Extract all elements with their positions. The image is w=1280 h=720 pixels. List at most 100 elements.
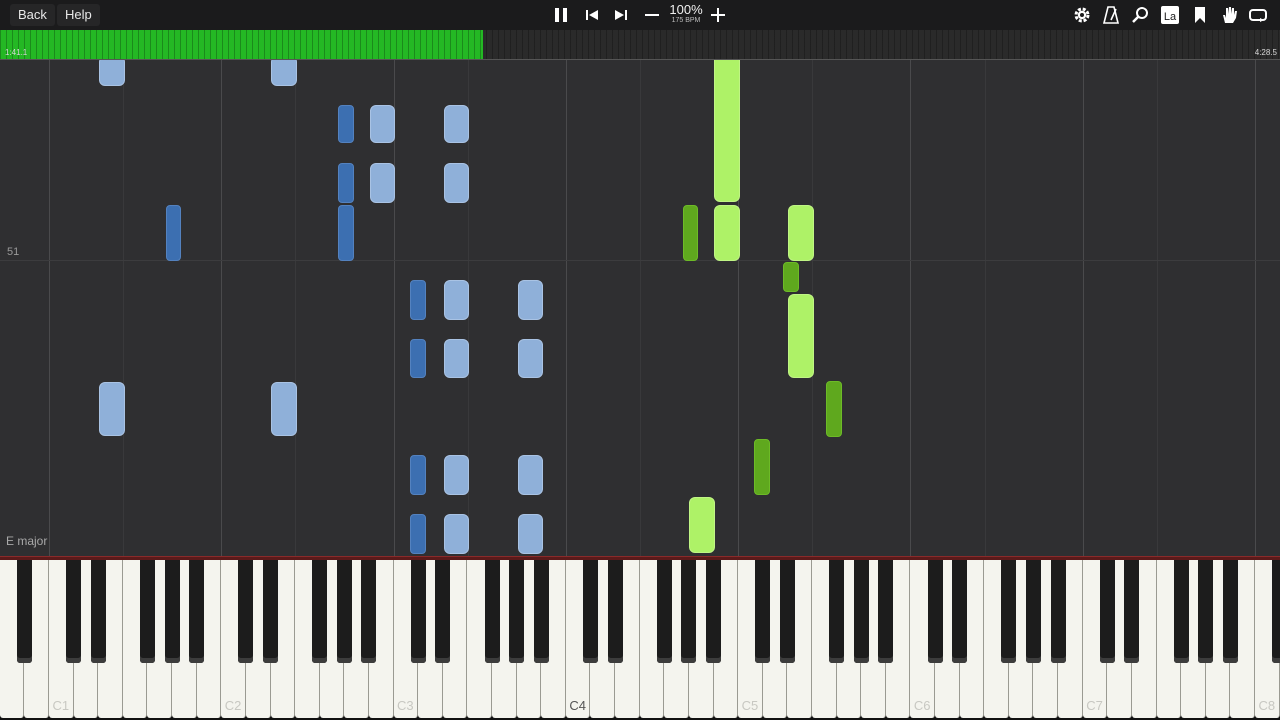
piano-black-key[interactable]	[1222, 560, 1238, 663]
note-right-hand	[518, 280, 543, 320]
piano-black-key[interactable]	[238, 560, 254, 663]
piano-black-key[interactable]	[533, 560, 549, 663]
piano-black-key[interactable]	[1025, 560, 1041, 663]
note-left-hand	[714, 205, 740, 261]
note-right-hand	[444, 163, 469, 203]
grid-line	[985, 60, 986, 556]
grid-line	[1083, 60, 1084, 556]
piano-black-key[interactable]	[582, 560, 598, 663]
piano-black-key[interactable]	[853, 560, 869, 663]
piano-black-key[interactable]	[656, 560, 672, 663]
previous-icon[interactable]	[582, 5, 602, 25]
piano-black-key[interactable]	[336, 560, 352, 663]
octave-label: C6	[913, 698, 931, 713]
total-time: 4:28.5	[1254, 48, 1277, 57]
note-right-hand	[271, 382, 297, 436]
note-right-hand	[410, 339, 426, 378]
note-left-hand	[689, 497, 715, 553]
grid-line	[221, 60, 222, 556]
piano-black-key[interactable]	[927, 560, 943, 663]
piano-black-key[interactable]	[755, 560, 771, 663]
note-right-hand	[410, 280, 426, 320]
piano-black-key[interactable]	[410, 560, 426, 663]
piano-roll: 51 E major	[0, 60, 1280, 556]
note-right-hand	[99, 382, 125, 436]
piano-black-key[interactable]	[16, 560, 32, 663]
back-button[interactable]: Back	[10, 4, 55, 26]
note-right-hand	[518, 339, 543, 378]
note-left-hand	[826, 381, 842, 437]
key-signature-label: E major	[6, 534, 48, 548]
note-right-hand	[518, 514, 543, 554]
grid-line	[910, 60, 911, 556]
piano-black-key[interactable]	[1173, 560, 1189, 663]
grid-line	[640, 60, 641, 556]
grid-line	[49, 60, 50, 556]
octave-label: C7	[1086, 698, 1103, 713]
piano-black-key[interactable]	[189, 560, 205, 663]
note-right-hand	[444, 280, 469, 320]
octave-label: C5	[741, 698, 759, 713]
minus-icon[interactable]	[642, 5, 662, 25]
grid-line	[295, 60, 296, 556]
piano-black-key[interactable]	[139, 560, 155, 663]
settings-icon[interactable]	[1072, 5, 1092, 25]
piano-black-key[interactable]	[66, 560, 82, 663]
bookmark-icon[interactable]	[1190, 5, 1210, 25]
piano-black-key[interactable]	[878, 560, 894, 663]
piano-black-key[interactable]	[484, 560, 500, 663]
loop-icon[interactable]	[1248, 5, 1268, 25]
grid-line	[123, 60, 124, 556]
pause-icon[interactable]	[551, 5, 571, 25]
note-left-hand	[683, 205, 698, 261]
piano-black-key[interactable]	[1198, 560, 1214, 663]
piano-black-key[interactable]	[164, 560, 180, 663]
piano-black-key[interactable]	[1272, 560, 1280, 663]
note-left-hand	[754, 439, 770, 495]
piano-black-key[interactable]	[1099, 560, 1115, 663]
piano-black-key[interactable]	[1124, 560, 1140, 663]
note-right-hand	[444, 514, 469, 554]
current-time: 1:41.1	[5, 48, 28, 57]
note-left-hand	[783, 262, 799, 292]
sheet-music-icon[interactable]: La	[1160, 5, 1180, 25]
note-right-hand	[338, 205, 354, 261]
octave-label: C2	[224, 698, 242, 713]
piano-black-key[interactable]	[1050, 560, 1066, 663]
plus-icon[interactable]	[708, 5, 728, 25]
note-right-hand	[370, 163, 395, 203]
piano-black-key[interactable]	[435, 560, 451, 663]
song-progress-bar[interactable]: 1:41.1 4:28.5	[0, 30, 1280, 60]
measure-line	[0, 260, 1280, 261]
note-right-hand	[370, 105, 395, 143]
piano-black-key[interactable]	[1001, 560, 1017, 663]
grid-line	[566, 60, 567, 556]
piano-black-key[interactable]	[779, 560, 795, 663]
piano-black-key[interactable]	[361, 560, 377, 663]
piano-black-key[interactable]	[263, 560, 278, 663]
piano-keyboard[interactable]: C1 C2 C3 C4 C5 C6 C7 C8	[0, 560, 1280, 720]
note-right-hand	[444, 455, 469, 495]
grid-line	[1255, 60, 1256, 556]
zoom-percent: 100%	[669, 2, 703, 17]
piano-black-key[interactable]	[706, 560, 722, 663]
next-icon[interactable]	[611, 5, 631, 25]
progress-ticks	[0, 30, 1280, 59]
piano-black-key[interactable]	[312, 560, 328, 663]
note-right-hand	[410, 455, 426, 495]
help-button[interactable]: Help	[57, 4, 100, 26]
svg-text:La: La	[1164, 11, 1177, 23]
piano-black-key[interactable]	[681, 560, 697, 663]
grid-line	[1157, 60, 1158, 556]
hand-icon[interactable]	[1219, 5, 1239, 25]
piano-black-key[interactable]	[509, 560, 525, 663]
piano-black-key[interactable]	[829, 560, 845, 663]
toolbar: Back Help 100% 175 BPM La	[0, 0, 1280, 30]
piano-black-key[interactable]	[607, 560, 623, 663]
note-right-hand	[99, 60, 125, 86]
piano-black-key[interactable]	[952, 560, 968, 663]
search-icon[interactable]	[1130, 5, 1150, 25]
piano-black-key[interactable]	[90, 560, 106, 663]
zoom-display: 100% 175 BPM	[666, 3, 706, 25]
metronome-icon[interactable]	[1101, 5, 1121, 25]
